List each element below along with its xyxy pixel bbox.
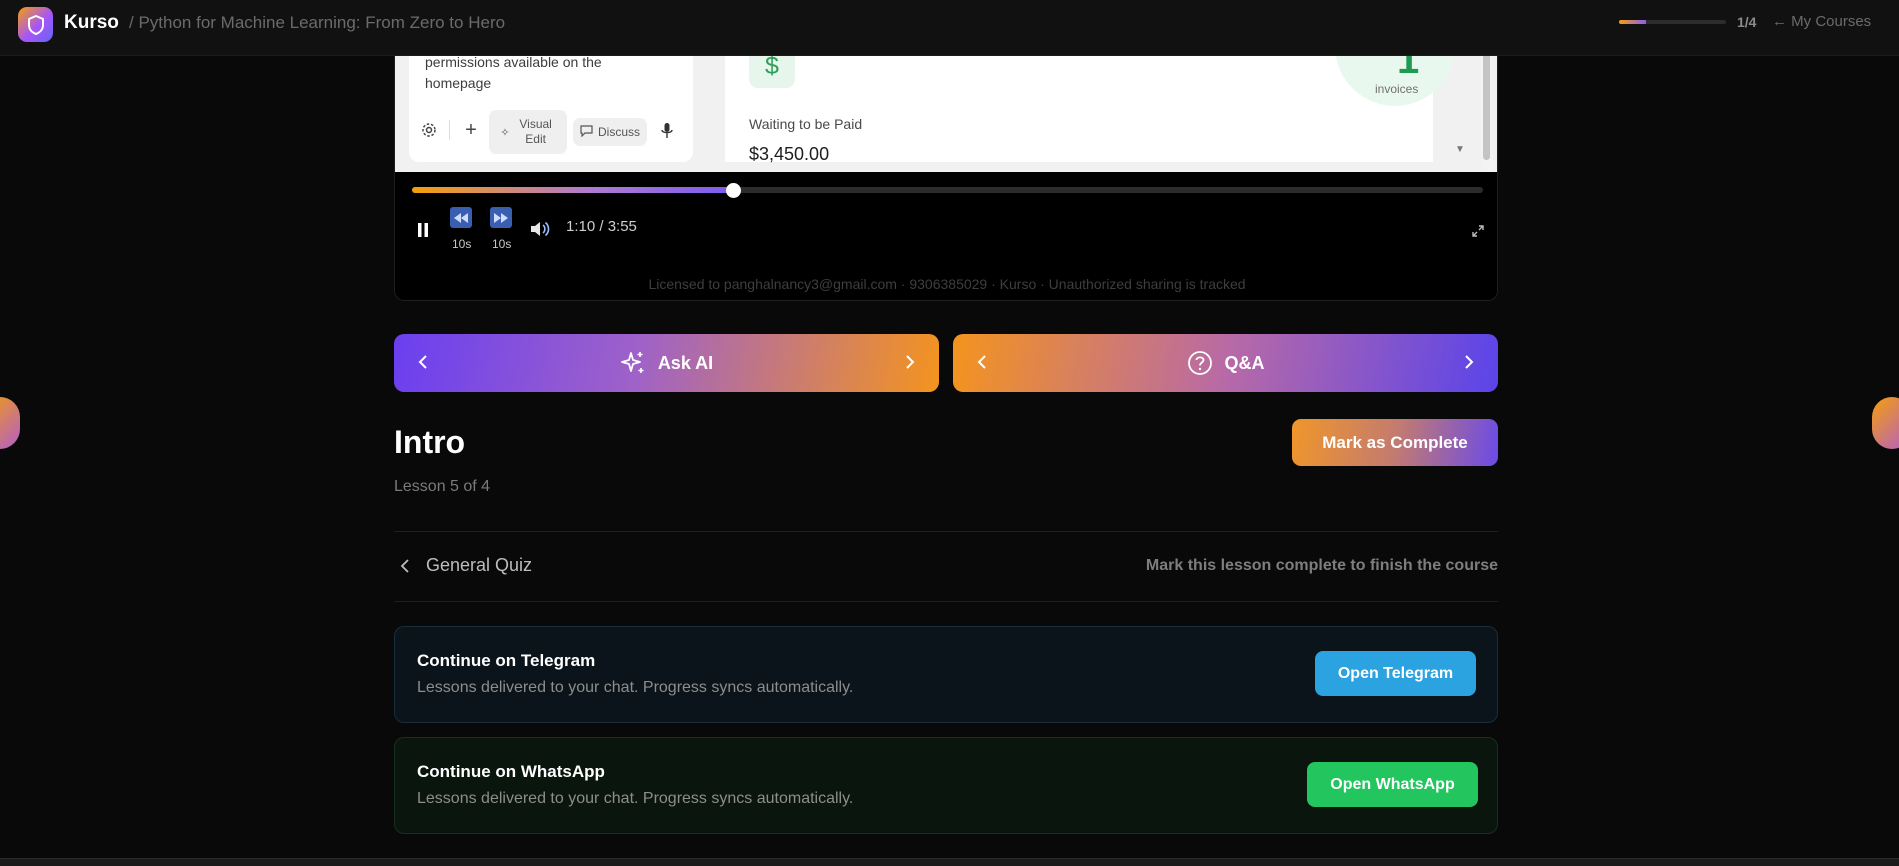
ask-ai-label: Ask AI bbox=[657, 352, 714, 373]
telegram-card-title: Continue on Telegram bbox=[417, 651, 596, 670]
chevron-left-icon[interactable] bbox=[414, 352, 434, 372]
my-courses-link[interactable]: ← My Courses bbox=[1772, 13, 1871, 30]
kurso-logo-icon[interactable] bbox=[18, 7, 53, 42]
chevron-left-icon bbox=[400, 558, 409, 573]
video-player[interactable]: permissions available on the homepage + … bbox=[394, 20, 1498, 301]
mark-complete-button[interactable]: Mark as Complete bbox=[1292, 419, 1498, 466]
sparkle-icon: ✧ bbox=[500, 126, 510, 139]
chevron-left-icon[interactable] bbox=[973, 352, 993, 372]
visual-edit-pill: ✧ Visual Edit bbox=[489, 110, 567, 154]
fast-forward-icon bbox=[494, 212, 508, 223]
previous-lesson-label: General Quiz bbox=[426, 555, 533, 575]
video-chat-text: permissions available on the homepage bbox=[425, 54, 602, 91]
sparkles-icon bbox=[620, 350, 646, 376]
scrollbar-thumb bbox=[1483, 50, 1490, 160]
invoice-label: invoices bbox=[1375, 82, 1419, 96]
telegram-card: Continue on Telegram Lessons delivered t… bbox=[394, 626, 1498, 723]
chevron-right-icon[interactable] bbox=[1458, 352, 1478, 372]
license-watermark: Licensed to panghalnancy3@gmail.com · 93… bbox=[648, 276, 1246, 292]
lesson-position: Lesson 5 of 4 bbox=[394, 478, 491, 495]
prev-lesson-side-button[interactable] bbox=[0, 397, 20, 449]
qa-button[interactable]: Q&A bbox=[953, 334, 1498, 392]
rewind-icon bbox=[454, 212, 468, 223]
chat-bubble-icon bbox=[580, 124, 593, 140]
toolbar-divider bbox=[449, 120, 450, 140]
seek-bar[interactable] bbox=[412, 183, 1483, 198]
divider bbox=[394, 601, 1498, 602]
microphone-icon bbox=[655, 112, 679, 148]
scroll-down-icon: ▼ bbox=[1455, 144, 1465, 155]
course-progress-fill bbox=[1619, 20, 1646, 24]
video-frame-scrollbar bbox=[1481, 40, 1493, 172]
video-chat-toolbar: + ✧ Visual Edit Discuss bbox=[409, 110, 693, 154]
seek-handle[interactable] bbox=[726, 183, 742, 198]
discuss-label: Discuss bbox=[597, 125, 640, 139]
previous-lesson-link[interactable]: General Quiz bbox=[396, 555, 532, 576]
next-lesson-side-button[interactable] bbox=[1872, 397, 1899, 449]
course-progress-bar bbox=[1619, 20, 1726, 24]
question-circle-icon bbox=[1187, 350, 1213, 376]
ask-ai-button[interactable]: Ask AI bbox=[394, 334, 939, 392]
whatsapp-card-description: Lessons delivered to your chat. Progress… bbox=[417, 790, 854, 807]
time-display: 1:10 / 3:55 bbox=[566, 218, 637, 235]
lesson-title: Intro bbox=[394, 424, 466, 460]
rewind-10s-button[interactable] bbox=[450, 207, 472, 228]
seek-progress-fill bbox=[412, 187, 734, 193]
open-telegram-button[interactable]: Open Telegram bbox=[1315, 651, 1476, 696]
waiting-amount: $3,450.00 bbox=[749, 144, 830, 164]
open-whatsapp-button[interactable]: Open WhatsApp bbox=[1307, 762, 1478, 807]
volume-icon[interactable] bbox=[528, 218, 552, 240]
telegram-card-description: Lessons delivered to your chat. Progress… bbox=[417, 679, 854, 696]
finish-course-hint: Mark this lesson complete to finish the … bbox=[1145, 557, 1498, 574]
gear-icon bbox=[417, 112, 441, 148]
rewind-label: 10s bbox=[452, 237, 472, 251]
divider bbox=[394, 531, 1498, 532]
top-bar: Kurso / Python for Machine Learning: Fro… bbox=[0, 0, 1899, 56]
discuss-pill: Discuss bbox=[573, 118, 647, 146]
waiting-label: Waiting to be Paid bbox=[749, 116, 863, 132]
visual-edit-label: Visual Edit bbox=[519, 117, 552, 146]
forward-label: 10s bbox=[492, 237, 512, 251]
forward-10s-button[interactable] bbox=[490, 207, 512, 228]
plus-icon: + bbox=[465, 118, 477, 141]
whatsapp-card: Continue on WhatsApp Lessons delivered t… bbox=[394, 737, 1498, 834]
course-progress-count: 1/4 bbox=[1737, 14, 1757, 30]
bottom-scrollbar[interactable] bbox=[0, 858, 1899, 866]
breadcrumb: / Python for Machine Learning: From Zero… bbox=[129, 13, 506, 32]
pause-button[interactable] bbox=[413, 220, 433, 240]
qa-label: Q&A bbox=[1224, 352, 1265, 373]
brand-name[interactable]: Kurso bbox=[64, 12, 119, 34]
whatsapp-card-title: Continue on WhatsApp bbox=[417, 762, 605, 781]
fullscreen-icon[interactable] bbox=[1469, 222, 1487, 240]
chevron-right-icon[interactable] bbox=[899, 352, 919, 372]
